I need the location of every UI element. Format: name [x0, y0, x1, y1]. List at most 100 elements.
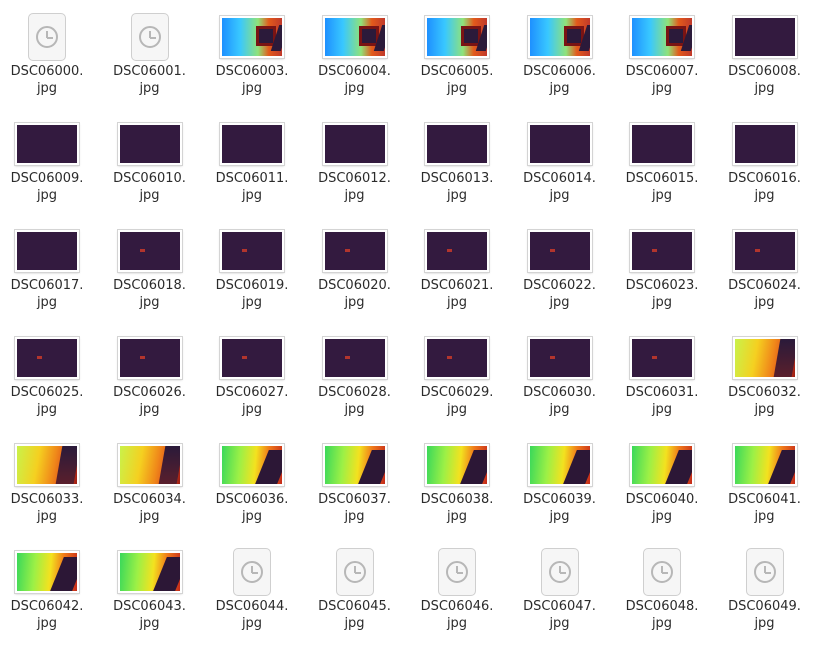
image-thumbnail[interactable] — [118, 551, 182, 593]
loading-thumbnail-placeholder[interactable] — [131, 13, 169, 61]
file-icon-area[interactable] — [304, 226, 406, 276]
file-item[interactable]: DSC06030.jpg — [509, 333, 611, 440]
file-item[interactable]: DSC06027.jpg — [201, 333, 303, 440]
file-icon-area[interactable] — [99, 226, 201, 276]
file-item[interactable]: DSC06000.jpg — [0, 12, 98, 119]
file-item[interactable]: DSC06012.jpg — [304, 119, 406, 226]
file-item[interactable]: DSC06031.jpg — [611, 333, 713, 440]
file-icon-area[interactable] — [714, 12, 813, 62]
image-thumbnail[interactable] — [528, 230, 592, 272]
image-thumbnail[interactable] — [733, 123, 797, 165]
image-thumbnail[interactable] — [118, 123, 182, 165]
file-icon-area[interactable] — [201, 226, 303, 276]
file-item[interactable]: DSC06008.jpg — [714, 12, 813, 119]
file-item[interactable]: DSC06045.jpg — [304, 547, 406, 654]
loading-thumbnail-placeholder[interactable] — [438, 548, 476, 596]
image-thumbnail[interactable] — [323, 337, 387, 379]
loading-thumbnail-placeholder[interactable] — [28, 13, 66, 61]
file-item[interactable]: DSC06022.jpg — [509, 226, 611, 333]
image-thumbnail[interactable] — [630, 123, 694, 165]
file-item[interactable]: DSC06005.jpg — [406, 12, 508, 119]
image-thumbnail[interactable] — [15, 123, 79, 165]
file-item[interactable]: DSC06004.jpg — [304, 12, 406, 119]
file-icon-area[interactable] — [611, 333, 713, 383]
image-thumbnail[interactable] — [630, 444, 694, 486]
image-thumbnail[interactable] — [425, 444, 489, 486]
image-thumbnail[interactable] — [528, 444, 592, 486]
image-thumbnail[interactable] — [425, 16, 489, 58]
file-item[interactable]: DSC06025.jpg — [0, 333, 98, 440]
loading-thumbnail-placeholder[interactable] — [643, 548, 681, 596]
file-item[interactable]: DSC06016.jpg — [714, 119, 813, 226]
image-thumbnail[interactable] — [220, 123, 284, 165]
file-item[interactable]: DSC06040.jpg — [611, 440, 713, 547]
loading-thumbnail-placeholder[interactable] — [541, 548, 579, 596]
file-item[interactable]: DSC06034.jpg — [99, 440, 201, 547]
file-item[interactable]: DSC06014.jpg — [509, 119, 611, 226]
file-item[interactable]: DSC06033.jpg — [0, 440, 98, 547]
file-icon-area[interactable] — [201, 333, 303, 383]
file-icon-area[interactable] — [0, 333, 98, 383]
image-thumbnail[interactable] — [323, 444, 387, 486]
loading-thumbnail-placeholder[interactable] — [233, 548, 271, 596]
file-item[interactable]: DSC06007.jpg — [611, 12, 713, 119]
file-item[interactable]: DSC06038.jpg — [406, 440, 508, 547]
file-item[interactable]: DSC06032.jpg — [714, 333, 813, 440]
file-item[interactable]: DSC06017.jpg — [0, 226, 98, 333]
image-thumbnail[interactable] — [118, 337, 182, 379]
file-item[interactable]: DSC06024.jpg — [714, 226, 813, 333]
file-item[interactable]: DSC06047.jpg — [509, 547, 611, 654]
file-item[interactable]: DSC06001.jpg — [99, 12, 201, 119]
file-item[interactable]: DSC06019.jpg — [201, 226, 303, 333]
file-item[interactable]: DSC06021.jpg — [406, 226, 508, 333]
file-icon-area[interactable] — [611, 119, 713, 169]
file-icon-area[interactable] — [611, 547, 713, 597]
image-thumbnail[interactable] — [15, 444, 79, 486]
image-thumbnail[interactable] — [220, 337, 284, 379]
image-thumbnail[interactable] — [733, 444, 797, 486]
file-icon-area[interactable] — [304, 12, 406, 62]
file-icon-area[interactable] — [714, 333, 813, 383]
file-item[interactable]: DSC06009.jpg — [0, 119, 98, 226]
image-thumbnail[interactable] — [630, 16, 694, 58]
file-icon-area[interactable] — [99, 440, 201, 490]
image-thumbnail[interactable] — [528, 123, 592, 165]
image-thumbnail[interactable] — [220, 230, 284, 272]
file-icon-area[interactable] — [611, 12, 713, 62]
file-item[interactable]: DSC06037.jpg — [304, 440, 406, 547]
file-item[interactable]: DSC06023.jpg — [611, 226, 713, 333]
file-item[interactable]: DSC06042.jpg — [0, 547, 98, 654]
file-icon-area[interactable] — [611, 440, 713, 490]
file-icon-area[interactable] — [714, 119, 813, 169]
file-icon-area[interactable] — [406, 119, 508, 169]
image-thumbnail[interactable] — [15, 551, 79, 593]
file-icon-area[interactable] — [99, 333, 201, 383]
file-icon-area[interactable] — [0, 226, 98, 276]
file-icon-area[interactable] — [99, 12, 201, 62]
image-thumbnail[interactable] — [630, 230, 694, 272]
file-icon-area[interactable] — [304, 440, 406, 490]
file-icon-area[interactable] — [406, 333, 508, 383]
file-icon-area[interactable] — [0, 547, 98, 597]
image-thumbnail[interactable] — [733, 16, 797, 58]
file-item[interactable]: DSC06036.jpg — [201, 440, 303, 547]
file-icon-area[interactable] — [509, 440, 611, 490]
image-thumbnail[interactable] — [528, 337, 592, 379]
file-item[interactable]: DSC06029.jpg — [406, 333, 508, 440]
image-thumbnail[interactable] — [118, 444, 182, 486]
file-item[interactable]: DSC06003.jpg — [201, 12, 303, 119]
image-thumbnail[interactable] — [220, 16, 284, 58]
file-icon-area[interactable] — [509, 12, 611, 62]
file-item[interactable]: DSC06026.jpg — [99, 333, 201, 440]
file-item[interactable]: DSC06013.jpg — [406, 119, 508, 226]
file-item[interactable]: DSC06006.jpg — [509, 12, 611, 119]
image-thumbnail[interactable] — [15, 230, 79, 272]
file-icon-area[interactable] — [509, 226, 611, 276]
file-icon-area[interactable] — [509, 333, 611, 383]
file-icon-area[interactable] — [201, 119, 303, 169]
file-icon-area[interactable] — [714, 547, 813, 597]
file-icon-area[interactable] — [406, 12, 508, 62]
image-thumbnail[interactable] — [425, 123, 489, 165]
file-icon-area[interactable] — [304, 547, 406, 597]
file-icon-area[interactable] — [201, 547, 303, 597]
